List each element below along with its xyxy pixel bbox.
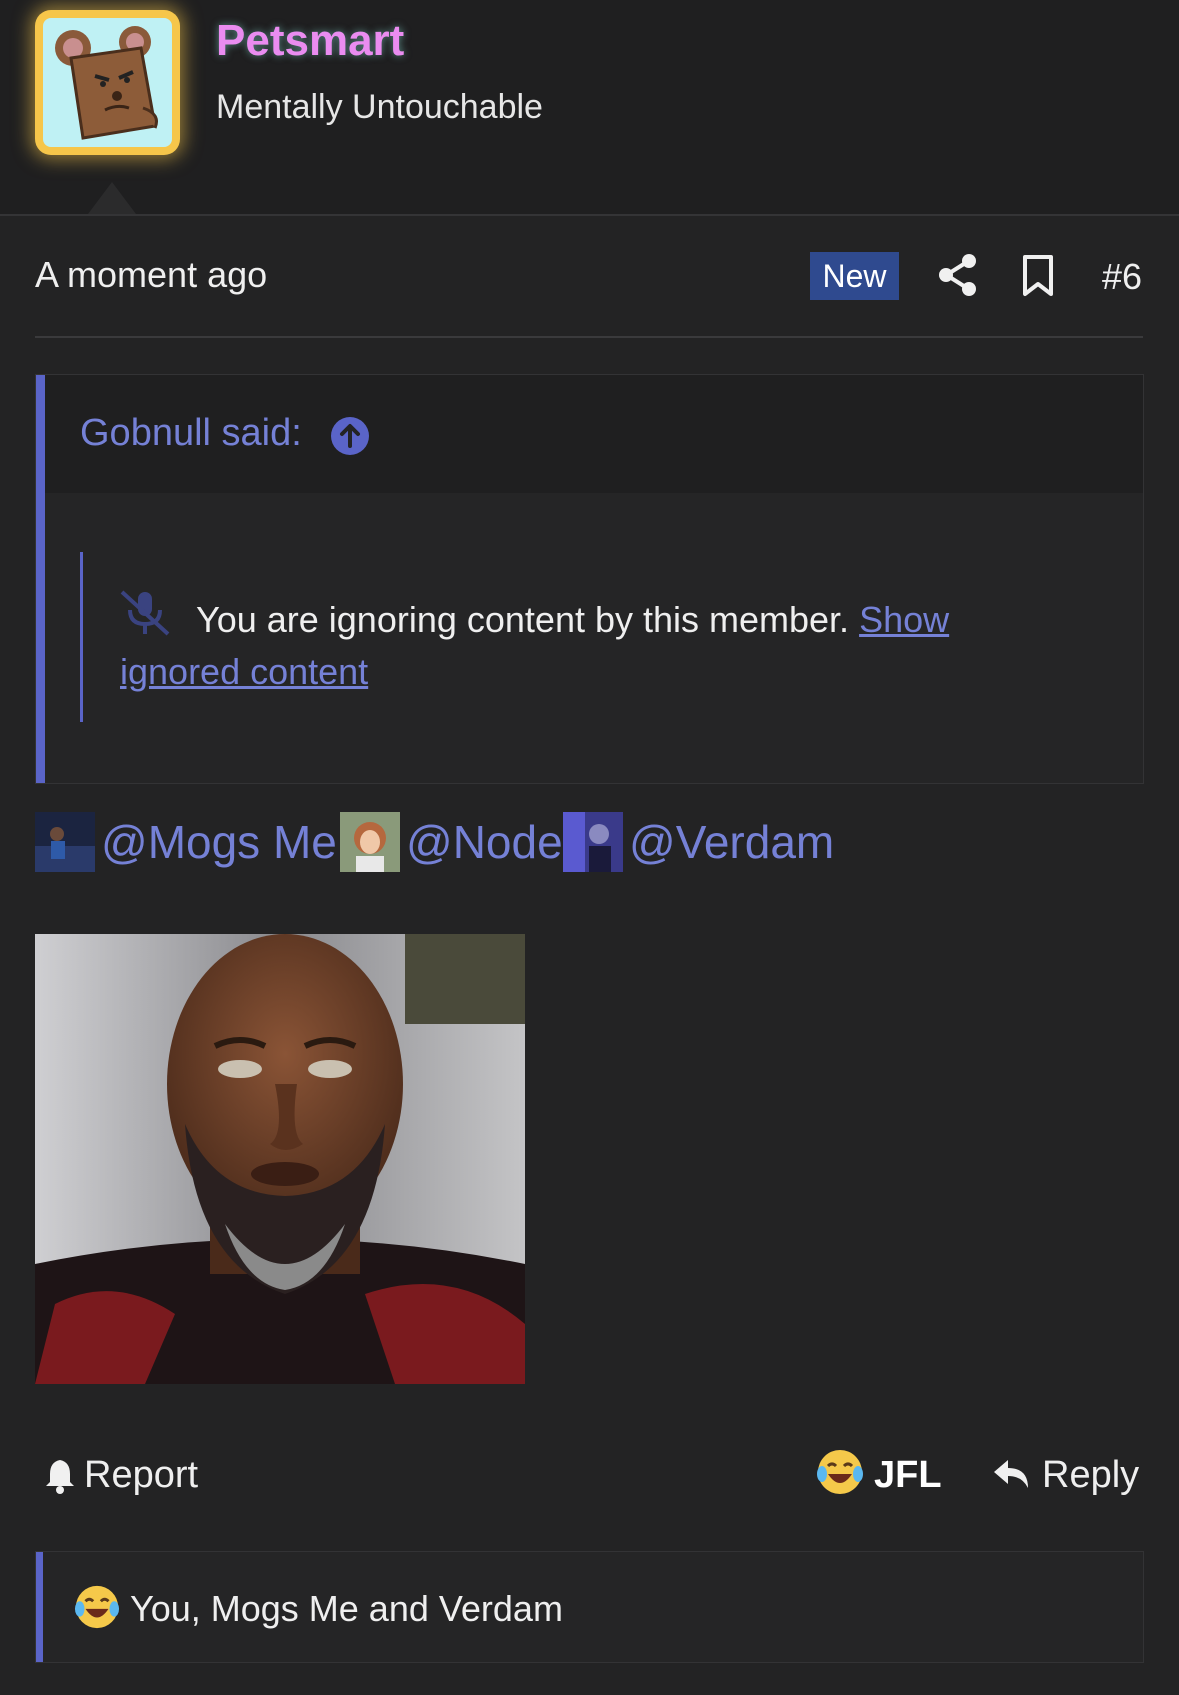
share-icon[interactable] (938, 254, 978, 296)
bell-icon[interactable] (44, 1458, 76, 1494)
ignored-content-notice: You are ignoring content by this member.… (120, 594, 1000, 698)
mention-link[interactable]: @Mogs Me (101, 812, 337, 872)
mention-link[interactable]: @Node (406, 812, 563, 872)
mention-avatar[interactable] (563, 812, 623, 872)
avatar-image (43, 18, 172, 147)
divider (35, 336, 1143, 338)
avatar[interactable] (35, 10, 180, 155)
post-timestamp[interactable]: A moment ago (35, 254, 267, 296)
reply-icon[interactable] (992, 1456, 1032, 1492)
jfl-reaction-button[interactable]: JFL (874, 1454, 942, 1497)
mention-avatar[interactable] (340, 812, 400, 872)
post-header: Petsmart Mentally Untouchable (0, 0, 1179, 216)
ignored-message: You are ignoring content by this member. (196, 599, 850, 640)
arrow-up-circle-icon[interactable] (330, 416, 370, 456)
header-pointer (88, 182, 136, 214)
report-button[interactable]: Report (84, 1454, 198, 1497)
user-title: Mentally Untouchable (216, 88, 543, 126)
laughing-crying-emoji-icon[interactable] (816, 1448, 864, 1496)
post-number[interactable]: #6 (1102, 256, 1142, 298)
new-badge: New (810, 252, 899, 300)
laughing-crying-emoji-icon (74, 1584, 120, 1630)
username[interactable]: Petsmart (216, 16, 404, 66)
bookmark-icon[interactable] (1020, 254, 1056, 298)
inner-quote-bar (80, 552, 83, 722)
mention-avatar[interactable] (35, 812, 95, 872)
post-image[interactable] (35, 934, 525, 1384)
reply-button[interactable]: Reply (1042, 1454, 1139, 1497)
reactions-list[interactable]: You, Mogs Me and Verdam (130, 1588, 563, 1630)
mention-link[interactable]: @Verdam (629, 812, 834, 872)
quote-accent-bar (36, 375, 45, 783)
reactions-accent-bar (36, 1552, 43, 1662)
quote-author[interactable]: Gobnull said: (80, 412, 302, 455)
